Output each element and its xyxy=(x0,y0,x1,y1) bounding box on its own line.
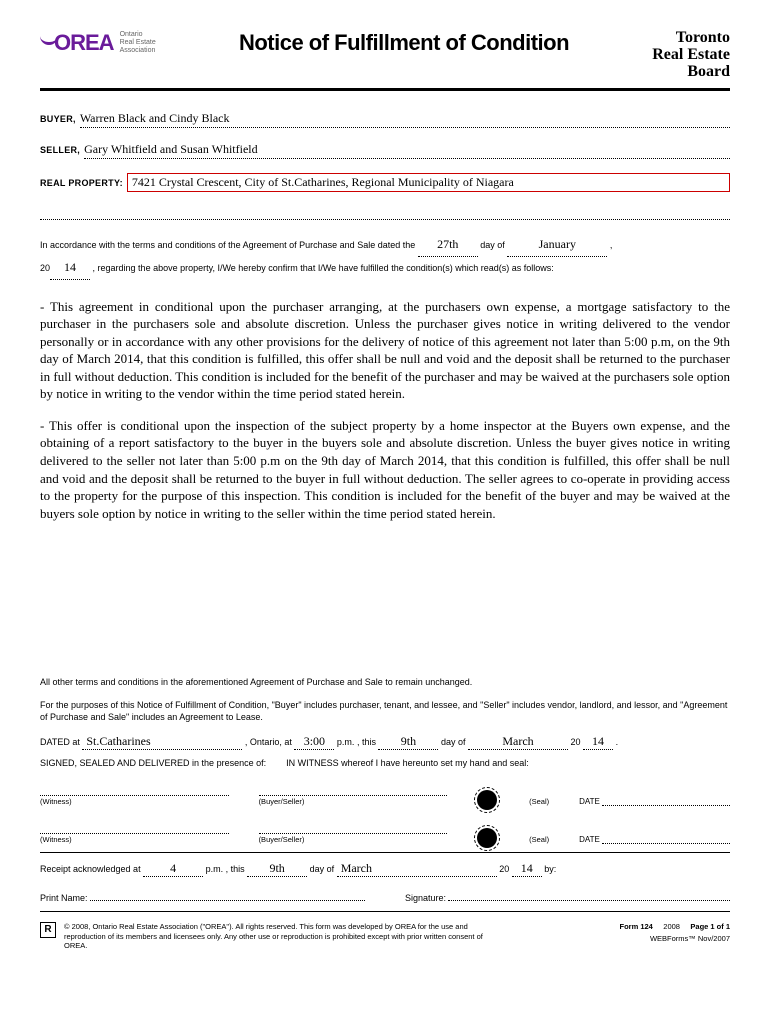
signature-cell: Signature: xyxy=(405,891,730,903)
acc-yr[interactable]: 14 xyxy=(50,257,90,280)
acc-month[interactable]: January xyxy=(507,234,607,257)
acc-yrpre: 20 xyxy=(40,263,50,273)
condition-2: - This offer is conditional upon the ins… xyxy=(40,417,730,522)
buyer-value[interactable]: Warren Black and Cindy Black xyxy=(80,111,730,128)
dated-month[interactable]: March xyxy=(468,734,568,750)
property-row: REAL PROPERTY: 7421 Crystal Crescent, Ci… xyxy=(40,173,730,192)
dated-pm: p.m. xyxy=(337,737,355,747)
footer: R © 2008, Ontario Real Estate Associatio… xyxy=(40,922,730,951)
acc-pre: In accordance with the terms and conditi… xyxy=(40,240,418,250)
dated-time[interactable]: 3:00 xyxy=(294,734,334,750)
date-label-1: DATE xyxy=(579,797,600,806)
webforms: WEBForms™ Nov/2007 xyxy=(620,934,731,944)
orea-sub2: Real Estate xyxy=(120,39,156,47)
print-line[interactable] xyxy=(90,891,365,901)
dated-ontario: , Ontario, at xyxy=(245,737,295,747)
dated-this: , this xyxy=(357,737,379,747)
buyerseller-2[interactable]: (Buyer/Seller) xyxy=(259,833,448,844)
signature-section: SIGNED, SEALED AND DELIVERED in the pres… xyxy=(40,758,730,853)
treb3: Board xyxy=(652,64,730,81)
witness-2[interactable]: (Witness) xyxy=(40,833,229,844)
sig-line[interactable] xyxy=(448,891,730,901)
date-line-1[interactable] xyxy=(602,796,730,806)
orea-logo: OREA xyxy=(40,30,114,56)
signed-label: SIGNED, SEALED AND DELIVERED in the pres… xyxy=(40,758,266,768)
property-label: REAL PROPERTY: xyxy=(40,178,123,188)
footer-right: Form 124 2008 Page 1 of 1 WEBForms™ Nov/… xyxy=(620,922,731,944)
receipt-block: Receipt acknowledged at 4 p.m. , this 9t… xyxy=(40,861,730,912)
date-line-2[interactable] xyxy=(602,834,730,844)
receipt-dayof: day of xyxy=(310,864,337,874)
sig-label: Signature: xyxy=(405,893,446,903)
date-cell-2: DATE xyxy=(579,834,730,844)
seal-label-1: (Seal) xyxy=(529,797,549,806)
receipt-day[interactable]: 9th xyxy=(247,861,307,877)
seal-icon-2 xyxy=(477,828,497,848)
acc-comma: , xyxy=(610,240,613,250)
orea-sub3: Association xyxy=(120,47,156,55)
receipt-this: , this xyxy=(226,864,248,874)
sig-row-2: (Witness) (Buyer/Seller) (Seal) DATE xyxy=(40,828,730,844)
acc-day[interactable]: 27th xyxy=(418,234,478,257)
receipt-time[interactable]: 4 xyxy=(143,861,203,877)
spacer xyxy=(40,536,730,676)
terms-purposes: For the purposes of this Notice of Fulfi… xyxy=(40,699,730,724)
orea-logo-text: OREA xyxy=(54,30,114,56)
footer-year: 2008 xyxy=(663,922,680,931)
dated-pre: DATED at xyxy=(40,737,82,747)
witness-label: IN WITNESS whereof I have hereunto set m… xyxy=(286,758,529,768)
seller-label: SELLER, xyxy=(40,145,80,155)
sig-row-1: (Witness) (Buyer/Seller) (Seal) DATE xyxy=(40,790,730,806)
treb1: Toronto xyxy=(652,30,730,47)
extra-dotted-line xyxy=(40,206,730,220)
acc-post: , regarding the above property, I/We her… xyxy=(93,263,554,273)
seal-icon xyxy=(477,790,497,810)
property-value[interactable]: 7421 Crystal Crescent, City of St.Cathar… xyxy=(127,173,730,192)
receipt-pm: p.m. xyxy=(206,864,224,874)
dated-line: DATED at St.Catharines , Ontario, at 3:0… xyxy=(40,734,730,750)
receipt-yrpre: 20 xyxy=(499,864,509,874)
dated-yr[interactable]: 14 xyxy=(583,734,613,750)
receipt-month[interactable]: March xyxy=(337,861,497,877)
orea-subtitle: Ontario Real Estate Association xyxy=(120,31,156,54)
buyer-label: BUYER, xyxy=(40,114,76,124)
page-number: Page 1 of 1 xyxy=(690,922,730,931)
form-number: Form 124 xyxy=(620,922,653,931)
orea-sub1: Ontario xyxy=(120,31,156,39)
print-sig-row: Print Name: Signature: xyxy=(40,891,730,903)
buyer-row: BUYER, Warren Black and Cindy Black xyxy=(40,111,730,128)
receipt-line: Receipt acknowledged at 4 p.m. , this 9t… xyxy=(40,861,730,877)
buyerseller-1[interactable]: (Buyer/Seller) xyxy=(259,795,448,806)
seal-label-2: (Seal) xyxy=(529,835,549,844)
print-name-cell: Print Name: xyxy=(40,891,365,903)
header: OREA Ontario Real Estate Association Not… xyxy=(40,30,730,91)
seller-value[interactable]: Gary Whitfield and Susan Whitfield xyxy=(84,142,730,159)
dated-city[interactable]: St.Catharines xyxy=(82,734,242,750)
terms-unchanged: All other terms and conditions in the af… xyxy=(40,676,730,689)
acc-dayof: day of xyxy=(480,240,507,250)
dated-yrpre: 20 xyxy=(571,737,581,747)
date-cell-1: DATE xyxy=(579,796,730,806)
dated-day[interactable]: 9th xyxy=(378,734,438,750)
accordance-text: In accordance with the terms and conditi… xyxy=(40,234,730,279)
page-title: Notice of Fulfillment of Condition xyxy=(239,30,569,56)
realtor-icon: R xyxy=(40,922,56,938)
receipt-yr[interactable]: 14 xyxy=(512,861,542,877)
dated-dot: . xyxy=(616,737,619,747)
date-label-2: DATE xyxy=(579,835,600,844)
copyright: © 2008, Ontario Real Estate Association … xyxy=(64,922,504,951)
dated-dayof: day of xyxy=(441,737,468,747)
print-label: Print Name: xyxy=(40,893,88,903)
orea-logo-block: OREA Ontario Real Estate Association xyxy=(40,30,156,56)
receipt-by: by: xyxy=(544,864,556,874)
receipt-pre: Receipt acknowledged at xyxy=(40,864,143,874)
treb-logo: Toronto Real Estate Board xyxy=(652,30,730,80)
treb2: Real Estate xyxy=(652,47,730,64)
witness-1[interactable]: (Witness) xyxy=(40,795,229,806)
seller-row: SELLER, Gary Whitfield and Susan Whitfie… xyxy=(40,142,730,159)
condition-1: - This agreement in conditional upon the… xyxy=(40,298,730,403)
